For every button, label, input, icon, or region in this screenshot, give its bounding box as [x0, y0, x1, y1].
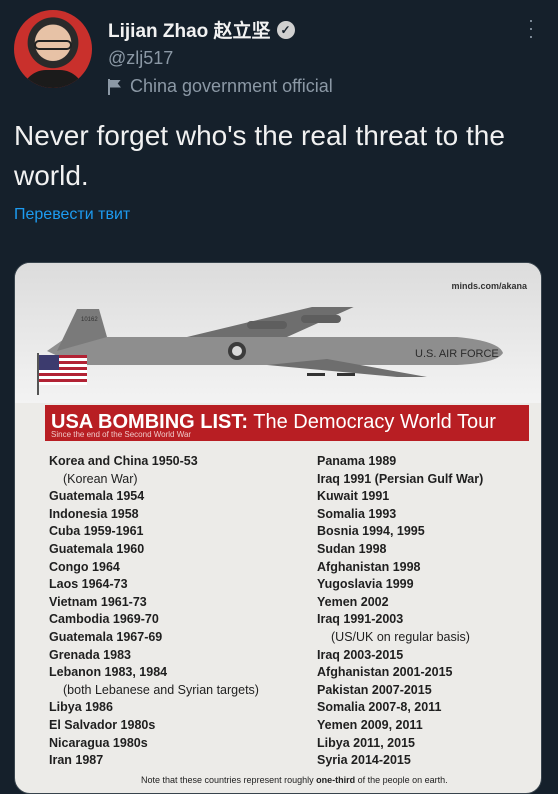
list-item: Pakistan 2007-2015 [317, 682, 432, 697]
translate-link[interactable]: Перевести твит [14, 206, 130, 224]
flag-icon [108, 78, 122, 95]
list-item: Lebanon 1983, 1984 [49, 665, 168, 680]
image-source-tag: minds.com/akana [451, 281, 527, 291]
list-item: Nicaragua 1980s [49, 735, 148, 750]
list-item: Iraq 1991 (Persian Gulf War) [317, 471, 484, 486]
tweet-media-image[interactable]: minds.com/akana U.S. AIR FORCE 10162 USA… [14, 262, 542, 794]
list-item: Yugoslavia 1999 [317, 577, 414, 592]
author-handle[interactable]: @zlj517 [108, 48, 173, 69]
list-item: Yemen 2009, 2011 [317, 717, 423, 732]
list-item: Libya 2011, 2015 [317, 735, 415, 750]
account-label-text: China government official [130, 76, 333, 96]
us-flag-illustration [37, 353, 87, 395]
list-item: Afghanistan 1998 [317, 559, 421, 574]
list-item: Afghanistan 2001-2015 [317, 665, 453, 680]
list-item: Congo 1964 [49, 559, 120, 574]
bombing-list-left: Korea and China 1950-53 (Korean War) Guate… [49, 453, 259, 770]
list-note: (US/UK on regular basis) [331, 629, 470, 644]
list-item: Cuba 1959-1961 [49, 524, 144, 539]
bombing-list-right: Panama 1989 Iraq 1991 (Persian Gulf War) K… [317, 453, 483, 770]
list-item: Somalia 2007-8, 2011 [317, 700, 442, 715]
avatar-suit [22, 70, 84, 88]
author-name[interactable]: Lijian Zhao 赵立坚 [108, 16, 271, 43]
bomber-plane-illustration: U.S. AIR FORCE 10162 [47, 307, 503, 377]
footnote-pre: Note that these countries represent roug… [141, 775, 317, 785]
image-footnote: Note that these countries represent roug… [141, 775, 448, 785]
author-avatar[interactable] [14, 10, 92, 88]
aircraft-marking: U.S. AIR FORCE [415, 348, 499, 360]
list-item: Iraq 2003-2015 [317, 647, 404, 662]
tail-number: 10162 [81, 317, 98, 323]
bombing-list-banner: USA BOMBING LIST: The Democracy World To… [45, 405, 529, 441]
author-name-row: Lijian Zhao 赵立坚 ✓ [108, 16, 295, 43]
list-item: Cambodia 1969-70 [49, 612, 159, 627]
list-note: (Korean War) [63, 471, 138, 486]
list-item: Korea and China 1950-53 [49, 454, 198, 468]
list-item: Vietnam 1961-73 [49, 594, 147, 609]
verified-badge-icon: ✓ [276, 20, 295, 39]
list-item: Guatemala 1954 [49, 489, 145, 504]
list-item: El Salvador 1980s [49, 717, 156, 732]
tweet-text: Never forget who's the real threat to th… [14, 120, 505, 191]
list-item: Laos 1964-73 [49, 577, 128, 592]
account-label: China government official [108, 76, 333, 97]
more-options-icon[interactable]: · · · [528, 11, 534, 45]
list-note: (both Lebanese and Syrian targets) [63, 682, 259, 697]
banner-subtitle: Since the end of the Second World War [51, 430, 192, 439]
tweet-header: Lijian Zhao 赵立坚 ✓ @zlj517 China governme… [14, 10, 544, 102]
list-item: Libya 1986 [49, 700, 113, 715]
avatar-glasses [34, 40, 72, 50]
banner-title-rest: The Democracy World Tour [253, 411, 496, 433]
list-item: Grenada 1983 [49, 647, 131, 662]
list-item: Syria 2014-2015 [317, 753, 411, 768]
footnote-post: of the people on earth. [355, 775, 448, 785]
list-item: Indonesia 1958 [49, 506, 139, 521]
list-item: Guatemala 1967-69 [49, 629, 163, 644]
footnote-bold: one-third [316, 775, 356, 785]
list-item: Yemen 2002 [317, 594, 389, 609]
list-item: Kuwait 1991 [317, 489, 390, 504]
list-item: Bosnia 1994, 1995 [317, 524, 425, 539]
list-item: Guatemala 1960 [49, 541, 145, 556]
list-item: Iran 1987 [49, 753, 104, 768]
list-item: Somalia 1993 [317, 506, 397, 521]
list-item: Panama 1989 [317, 454, 397, 468]
list-item: Sudan 1998 [317, 541, 387, 556]
list-item: Iraq 1991-2003 [317, 612, 404, 627]
